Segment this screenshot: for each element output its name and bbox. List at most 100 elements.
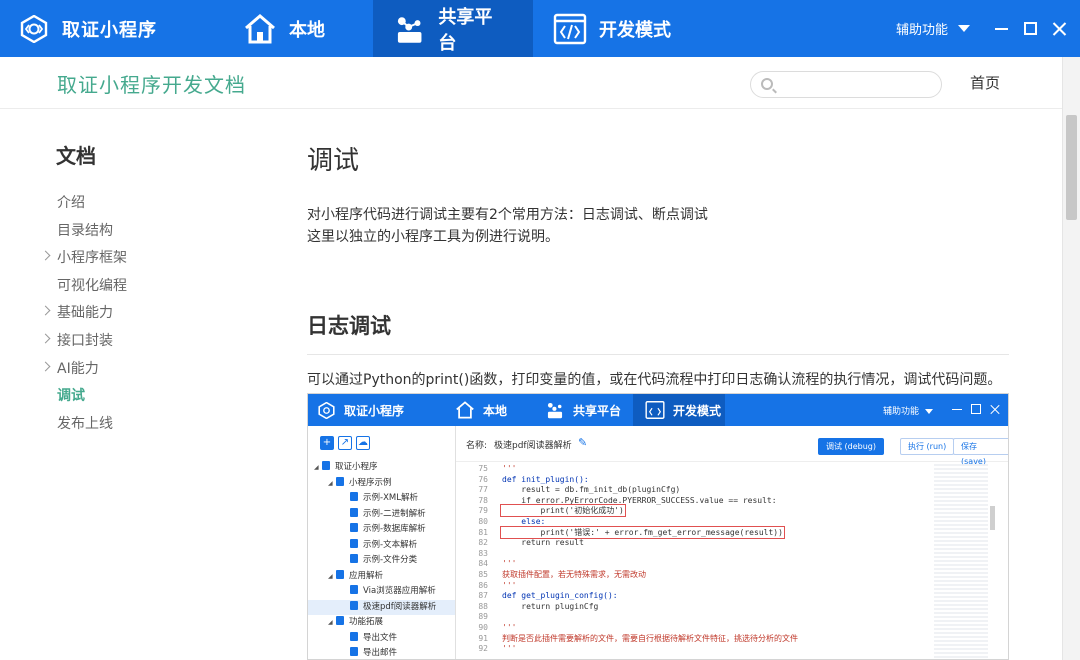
scrollbar-thumb[interactable] — [1066, 115, 1077, 220]
tab-local-label: 本地 — [289, 19, 325, 41]
search-input[interactable] — [779, 75, 934, 94]
shot-tree-node: ◢ 取证小程序 — [308, 460, 455, 476]
shot-line-text: 判断是否此插件需要解析的文件，需要自行根据待解析文件特征，挑选待分析的文件 — [502, 633, 798, 643]
shot-code-line: 78 if error.PyErrorCode.PYERROR_SUCCESS.… — [466, 496, 936, 507]
shot-line-text: ''' — [502, 644, 517, 654]
shot-line-number: 82 — [478, 538, 488, 548]
shot-line-number: 78 — [478, 495, 488, 505]
doc-header: 取证小程序开发文档 首页 — [0, 57, 1062, 109]
shot-code-line: 88 return pluginCfg — [466, 602, 936, 613]
caret-down-icon — [958, 25, 970, 32]
shot-line-text: result = db.fm_init_db(pluginCfg) — [502, 485, 681, 495]
shot-tree-node-label: 示例-文本解析 — [363, 539, 418, 550]
shot-tree-node: 极速pdf阅读器解析 — [308, 599, 455, 615]
shot-code-line: 84 ''' — [466, 559, 936, 570]
home-icon — [456, 401, 474, 419]
shot-line-number: 80 — [478, 516, 488, 526]
aux-functions-label: 辅助功能 — [895, 23, 948, 38]
file-icon — [350, 538, 358, 548]
expand-triangle-icon: ◢ — [314, 464, 319, 471]
folder-icon — [336, 476, 344, 486]
shot-line-text: else: — [502, 516, 546, 526]
shot-tree-node: 导出邮件 — [308, 646, 455, 659]
cloud-icon: ☁ — [356, 436, 370, 450]
shot-line-number: 84 — [478, 559, 488, 569]
shot-code-line: 86 ''' — [466, 581, 936, 592]
sidebar-item-ai[interactable]: AI能力 — [40, 359, 260, 387]
shot-editor-panel: 名称: 极速pdf阅读器解析 ✎ 调试 (debug) 执行 (run) 保存 … — [456, 426, 1008, 659]
expand-triangle-icon: ◢ — [328, 619, 333, 626]
close-icon — [990, 404, 1000, 414]
sidebar-item-visual-programming[interactable]: 可视化编程 — [40, 276, 260, 304]
shot-editor-scrollbar — [990, 506, 995, 530]
shot-code-line: 81 print('错误:' + error.fm_get_error_mess… — [466, 525, 936, 539]
sidebar-item-basic-abilities[interactable]: 基础能力 — [40, 303, 260, 331]
sidebar-item-interfaces[interactable]: 接口封装 — [40, 331, 260, 359]
tab-share-platform[interactable]: 共享平台 — [373, 0, 533, 57]
shot-line-text: print('初始化成功') — [500, 504, 626, 518]
shot-debug-button: 调试 (debug) — [818, 438, 885, 455]
sidebar-item-intro[interactable]: 介绍 — [40, 193, 260, 221]
sidebar-item-label: 目录结构 — [57, 222, 113, 239]
sidebar-item-debug[interactable]: 调试 — [40, 386, 260, 414]
shot-tree-node-label: 示例-XML解析 — [363, 493, 418, 503]
shot-code-line: 76 def init_plugin(): — [466, 475, 936, 486]
shot-tree-node: 示例-文本解析 — [308, 538, 455, 554]
export-icon: ↗ — [338, 436, 352, 450]
shot-code-line: 77 result = db.fm_init_db(pluginCfg) — [466, 485, 936, 496]
sidebar-item-framework[interactable]: 小程序框架 — [40, 248, 260, 276]
shot-save-button: 保存 (save) — [953, 438, 1008, 466]
search-box[interactable] — [750, 71, 942, 98]
chevron-right-icon — [40, 305, 51, 316]
shot-line-text: ''' — [502, 464, 517, 473]
page-scrollbar[interactable] — [1062, 57, 1080, 660]
file-icon — [350, 600, 358, 610]
sidebar-item-label: 发布上线 — [57, 415, 113, 432]
shot-line-text: def get_plugin_config(): — [502, 591, 618, 601]
tab-share-platform-label: 共享平台 — [438, 6, 493, 54]
add-icon: + — [320, 436, 334, 450]
sidebar-item-directory[interactable]: 目录结构 — [40, 221, 260, 249]
code-icon — [645, 401, 665, 419]
sidebar-item-publish[interactable]: 发布上线 — [40, 414, 260, 442]
sidebar-heading: 文档 — [56, 144, 96, 168]
doc-sidebar: 文档 介绍 目录结构 小程序框架 可视化编程 基础能力 接口封装 AI能力 调试… — [40, 140, 260, 441]
minimize-icon[interactable] — [993, 20, 1010, 37]
maximize-icon[interactable] — [1024, 22, 1037, 35]
shot-tree-node: Via浏览器应用解析 — [308, 584, 455, 600]
shot-brand: 取证小程序 — [308, 401, 443, 419]
shot-line-number: 89 — [478, 612, 488, 622]
close-icon[interactable] — [1051, 20, 1068, 37]
shot-tree-node-label: 极速pdf阅读器解析 — [363, 601, 437, 612]
shot-code-line: 91 判断是否此插件需要解析的文件，需要自行根据待解析文件特征，挑选待分析的文件 — [466, 634, 936, 645]
shot-line-text: ''' — [502, 559, 517, 569]
shot-line-number: 76 — [478, 474, 488, 484]
shot-tree-node-label: 示例-二进制解析 — [363, 508, 426, 519]
share-platform-icon — [547, 402, 563, 419]
shot-code-line: 80 else: — [466, 517, 936, 528]
sidebar-item-label: 介绍 — [57, 195, 85, 211]
maximize-icon — [971, 404, 981, 414]
chevron-right-icon — [40, 361, 51, 372]
shot-run-button: 执行 (run) — [900, 438, 955, 455]
doc-site-title[interactable]: 取证小程序开发文档 — [57, 69, 246, 98]
tab-dev-mode[interactable]: 开发模式 — [533, 0, 713, 57]
sidebar-item-label: 基础能力 — [57, 305, 113, 322]
shot-tab-share: 共享平台 — [533, 394, 633, 426]
shot-code-line: 79 print('初始化成功') — [466, 504, 936, 518]
shot-file-tree: ◢ 取证小程序 ◢ 小程序示例 示例-XML解析 示例-二进制解析 示例-数据库解析 示例-文… — [308, 460, 455, 659]
shot-code-line: 75 ''' — [466, 464, 936, 475]
file-icon — [350, 554, 358, 563]
chevron-right-icon — [40, 250, 51, 261]
aux-functions-menu[interactable]: 辅助功能 — [896, 0, 970, 57]
shot-code-editor: 75 ''' 76 def init_plugin(): 77 result = db.… — [466, 464, 936, 659]
home-link[interactable]: 首页 — [970, 72, 1000, 93]
shot-code-minimap — [934, 464, 988, 659]
section-paragraph: 可以通过Python的print()函数，打印变量的值，或在代码流程中打印日志确… — [307, 372, 1002, 388]
intro-paragraph-1: 对小程序代码进行调试主要有2个常用方法：日志调试、断点调试 — [307, 207, 708, 223]
shot-line-number: 86 — [478, 580, 488, 590]
tab-local[interactable]: 本地 — [205, 0, 373, 57]
window-controls — [993, 0, 1068, 57]
shot-line-text: def init_plugin(): — [502, 474, 589, 484]
shot-tab-label: 共享平台 — [573, 403, 622, 418]
